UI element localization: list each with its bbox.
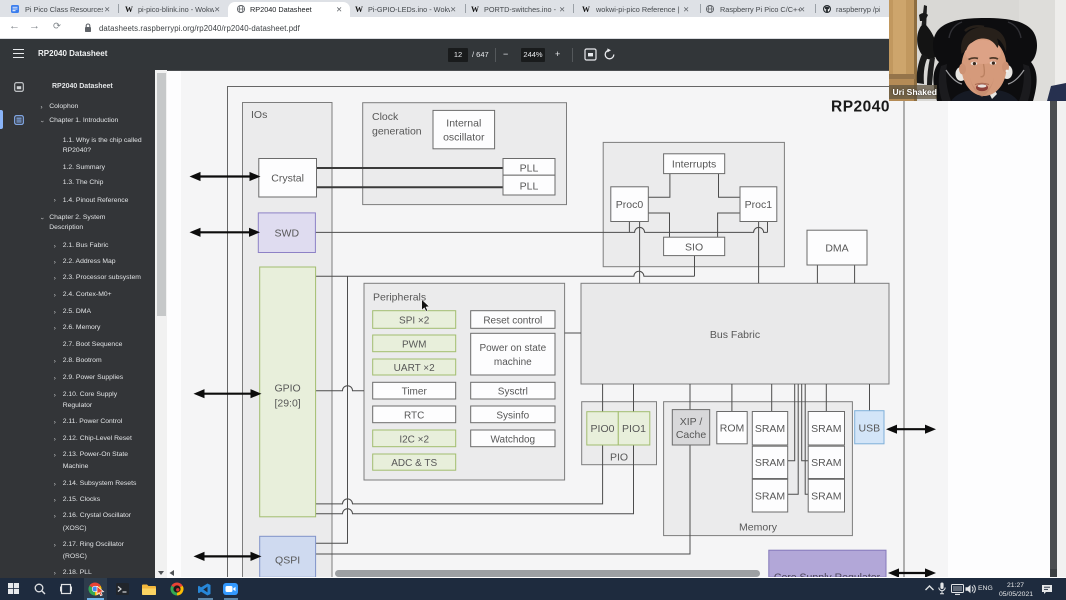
svg-text:ROM: ROM: [720, 423, 745, 435]
svg-text:Watchdog: Watchdog: [490, 434, 535, 445]
svg-text:SRAM: SRAM: [811, 423, 841, 435]
svg-text:SRAM: SRAM: [811, 491, 841, 503]
svg-text:Bus Fabric: Bus Fabric: [710, 329, 760, 341]
svg-text:Timer: Timer: [402, 387, 428, 398]
svg-text:SRAM: SRAM: [811, 457, 841, 469]
svg-text:oscillator: oscillator: [443, 132, 485, 144]
svg-text:Sysctrl: Sysctrl: [498, 387, 528, 398]
svg-text:Sysinfo: Sysinfo: [496, 410, 529, 421]
svg-text:XIP /: XIP /: [680, 416, 703, 428]
svg-text:W: W: [125, 5, 133, 13]
svg-text:Interrupts: Interrupts: [672, 158, 716, 170]
svg-text:Power on state: Power on state: [479, 343, 546, 354]
svg-text:generation: generation: [372, 126, 422, 138]
svg-text:SRAM: SRAM: [755, 457, 785, 469]
svg-text:Crystal: Crystal: [271, 173, 304, 185]
svg-text:SWD: SWD: [275, 228, 300, 240]
svg-text:Internal: Internal: [446, 118, 481, 130]
svg-text:PIO0: PIO0: [591, 423, 615, 435]
svg-text:DMA: DMA: [825, 243, 848, 255]
svg-text:W: W: [355, 5, 363, 13]
svg-text:machine: machine: [494, 357, 532, 368]
svg-text:SPI ×2: SPI ×2: [399, 316, 430, 327]
svg-text:W: W: [582, 5, 590, 13]
svg-text:IOs: IOs: [251, 109, 267, 121]
svg-text:RP2040: RP2040: [831, 99, 890, 116]
svg-text:PIO1: PIO1: [622, 423, 646, 435]
svg-text:Core Supply Regulator: Core Supply Regulator: [774, 572, 881, 578]
svg-text:GPIO: GPIO: [274, 383, 300, 395]
svg-text:Proc0: Proc0: [616, 199, 644, 211]
svg-text:ADC & TS: ADC & TS: [391, 458, 437, 469]
svg-text:Proc1: Proc1: [745, 199, 773, 211]
svg-text:PIO: PIO: [610, 452, 628, 464]
svg-text:Clock: Clock: [372, 111, 399, 123]
svg-text:PWM: PWM: [402, 339, 426, 350]
svg-text:PLL: PLL: [520, 163, 539, 175]
svg-text:RTC: RTC: [404, 410, 424, 421]
svg-text:W: W: [471, 5, 479, 13]
svg-text:[29:0]: [29:0]: [274, 398, 300, 410]
svg-text:Cache: Cache: [676, 429, 707, 441]
svg-text:SIO: SIO: [685, 242, 703, 254]
svg-text:PLL: PLL: [520, 181, 539, 193]
svg-text:Reset control: Reset control: [483, 316, 542, 327]
svg-text:Peripherals: Peripherals: [373, 292, 426, 304]
svg-text:UART ×2: UART ×2: [394, 363, 435, 374]
svg-text:USB: USB: [859, 423, 881, 435]
svg-text:Memory: Memory: [739, 522, 778, 534]
svg-text:SRAM: SRAM: [755, 423, 785, 435]
svg-text:QSPI: QSPI: [275, 555, 300, 567]
svg-text:I2C ×2: I2C ×2: [399, 434, 429, 445]
svg-text:SRAM: SRAM: [755, 491, 785, 503]
